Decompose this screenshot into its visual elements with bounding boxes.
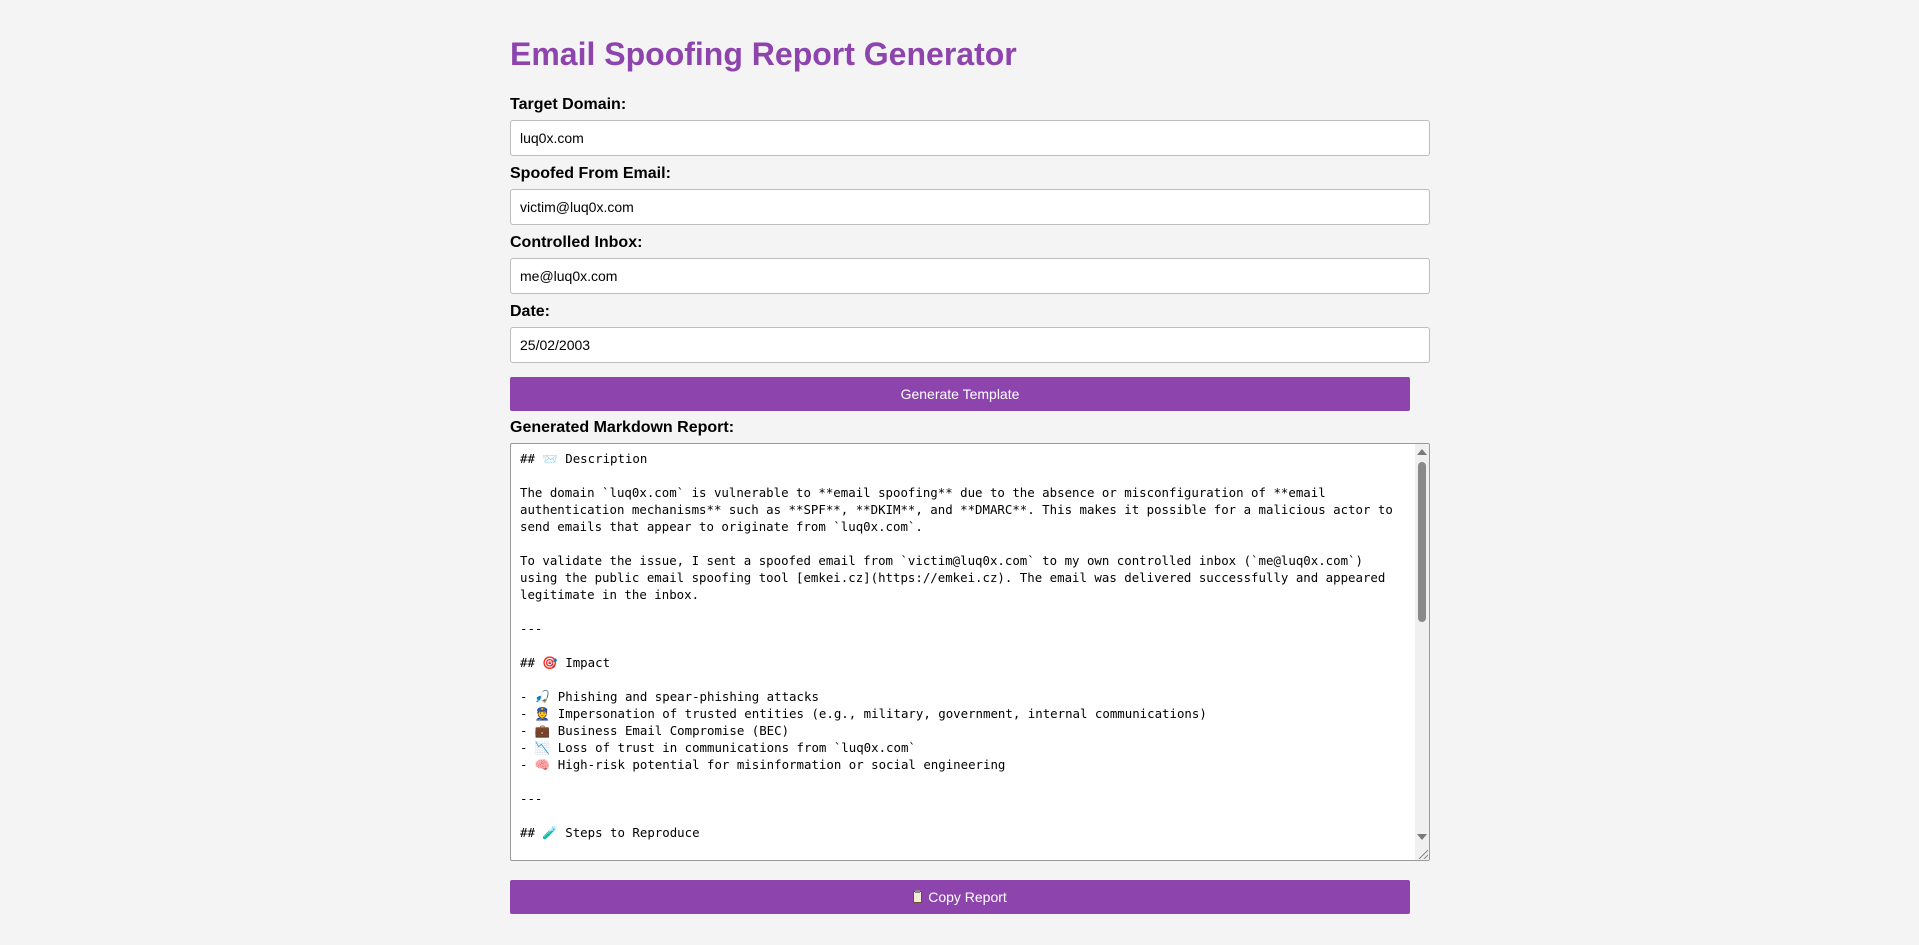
copy-report-button[interactable]: Copy Report [510, 880, 1410, 914]
report-content: ## 📨 Description The domain `luq0x.com` … [520, 451, 1393, 840]
report-scrollbar[interactable] [1415, 444, 1429, 860]
date-label: Date: [510, 303, 551, 320]
controlled-inbox-input[interactable] [510, 258, 1430, 294]
clipboard-icon [913, 890, 923, 903]
page-title: Email Spoofing Report Generator [510, 36, 1017, 72]
generate-template-button[interactable]: Generate Template [510, 377, 1410, 411]
scroll-down-arrow-icon[interactable] [1417, 834, 1427, 840]
target-domain-label: Target Domain: [510, 96, 627, 113]
spoofed-from-label: Spoofed From Email: [510, 165, 671, 182]
date-input[interactable] [510, 327, 1430, 363]
resize-grip-icon[interactable] [1417, 848, 1428, 859]
scrollbar-thumb[interactable] [1418, 462, 1426, 622]
spoofed-from-input[interactable] [510, 189, 1430, 225]
report-textarea[interactable]: ## 📨 Description The domain `luq0x.com` … [510, 443, 1430, 861]
target-domain-input[interactable] [510, 120, 1430, 156]
controlled-inbox-label: Controlled Inbox: [510, 234, 643, 251]
scroll-up-arrow-icon[interactable] [1417, 449, 1427, 455]
report-label: Generated Markdown Report: [510, 419, 735, 436]
copy-report-label: Copy Report [928, 889, 1007, 905]
